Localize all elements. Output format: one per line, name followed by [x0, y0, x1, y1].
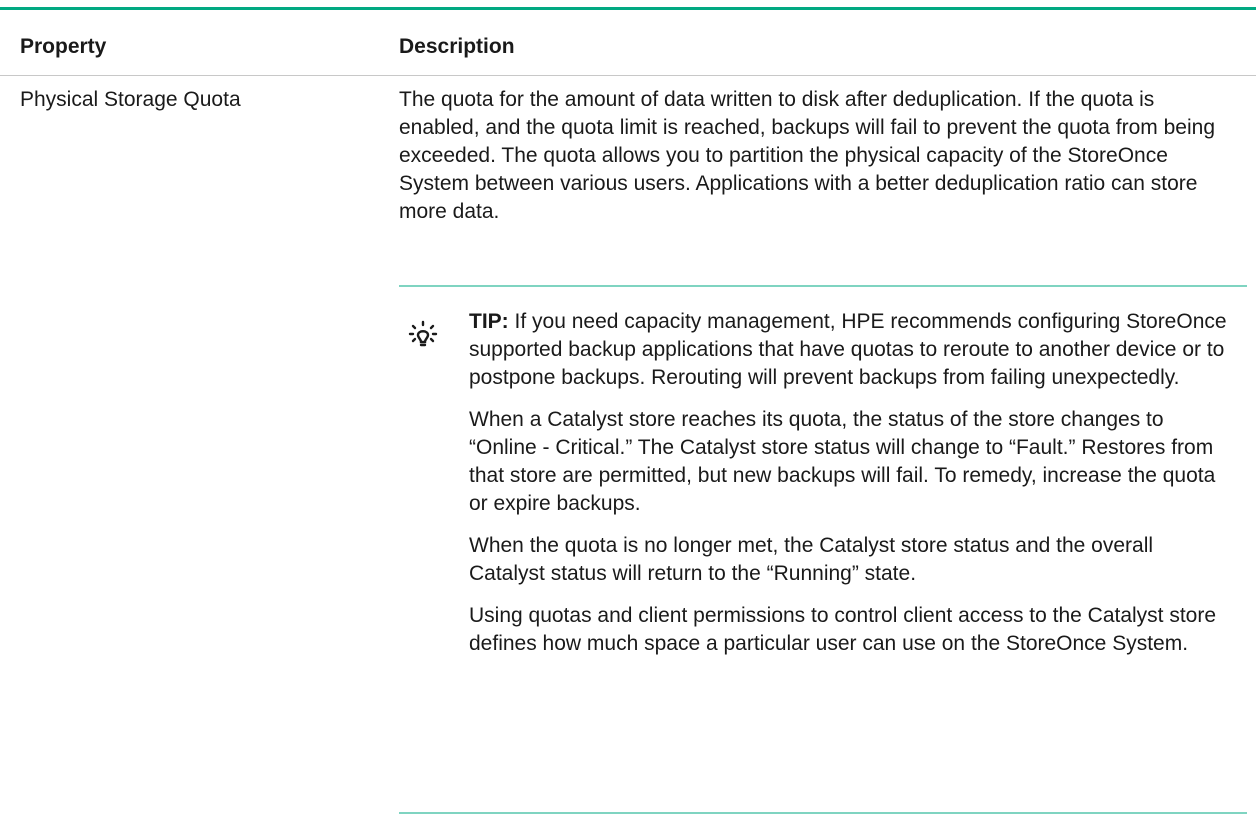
- description-cell: The quota for the amount of data written…: [399, 86, 1229, 226]
- document-page: Property Description Physical Storage Qu…: [0, 0, 1256, 825]
- tip-bottom-rule: [399, 812, 1247, 814]
- tip-label: TIP:: [469, 310, 509, 333]
- tip-text: If you need capacity management, HPE rec…: [469, 310, 1227, 389]
- tip-callout: TIP: If you need capacity management, HP…: [399, 285, 1247, 687]
- description-column-header: Description: [399, 35, 515, 58]
- tip-paragraph-1: When a Catalyst store reaches its quota,…: [469, 408, 1216, 515]
- tip-content: TIP: If you need capacity management, HP…: [469, 308, 1229, 672]
- tip-paragraph-2: When the quota is no longer met, the Cat…: [469, 534, 1154, 585]
- tip-paragraph-3: Using quotas and client permissions to c…: [469, 604, 1217, 655]
- lightbulb-icon: [408, 320, 438, 347]
- property-column-header: Property: [20, 35, 107, 58]
- description-text: The quota for the amount of data written…: [399, 88, 1215, 223]
- tip-paragraph: TIP: If you need capacity management, HP…: [469, 308, 1229, 392]
- property-cell: Physical Storage Quota: [20, 88, 241, 111]
- table-header-row: Property Description: [0, 10, 1256, 76]
